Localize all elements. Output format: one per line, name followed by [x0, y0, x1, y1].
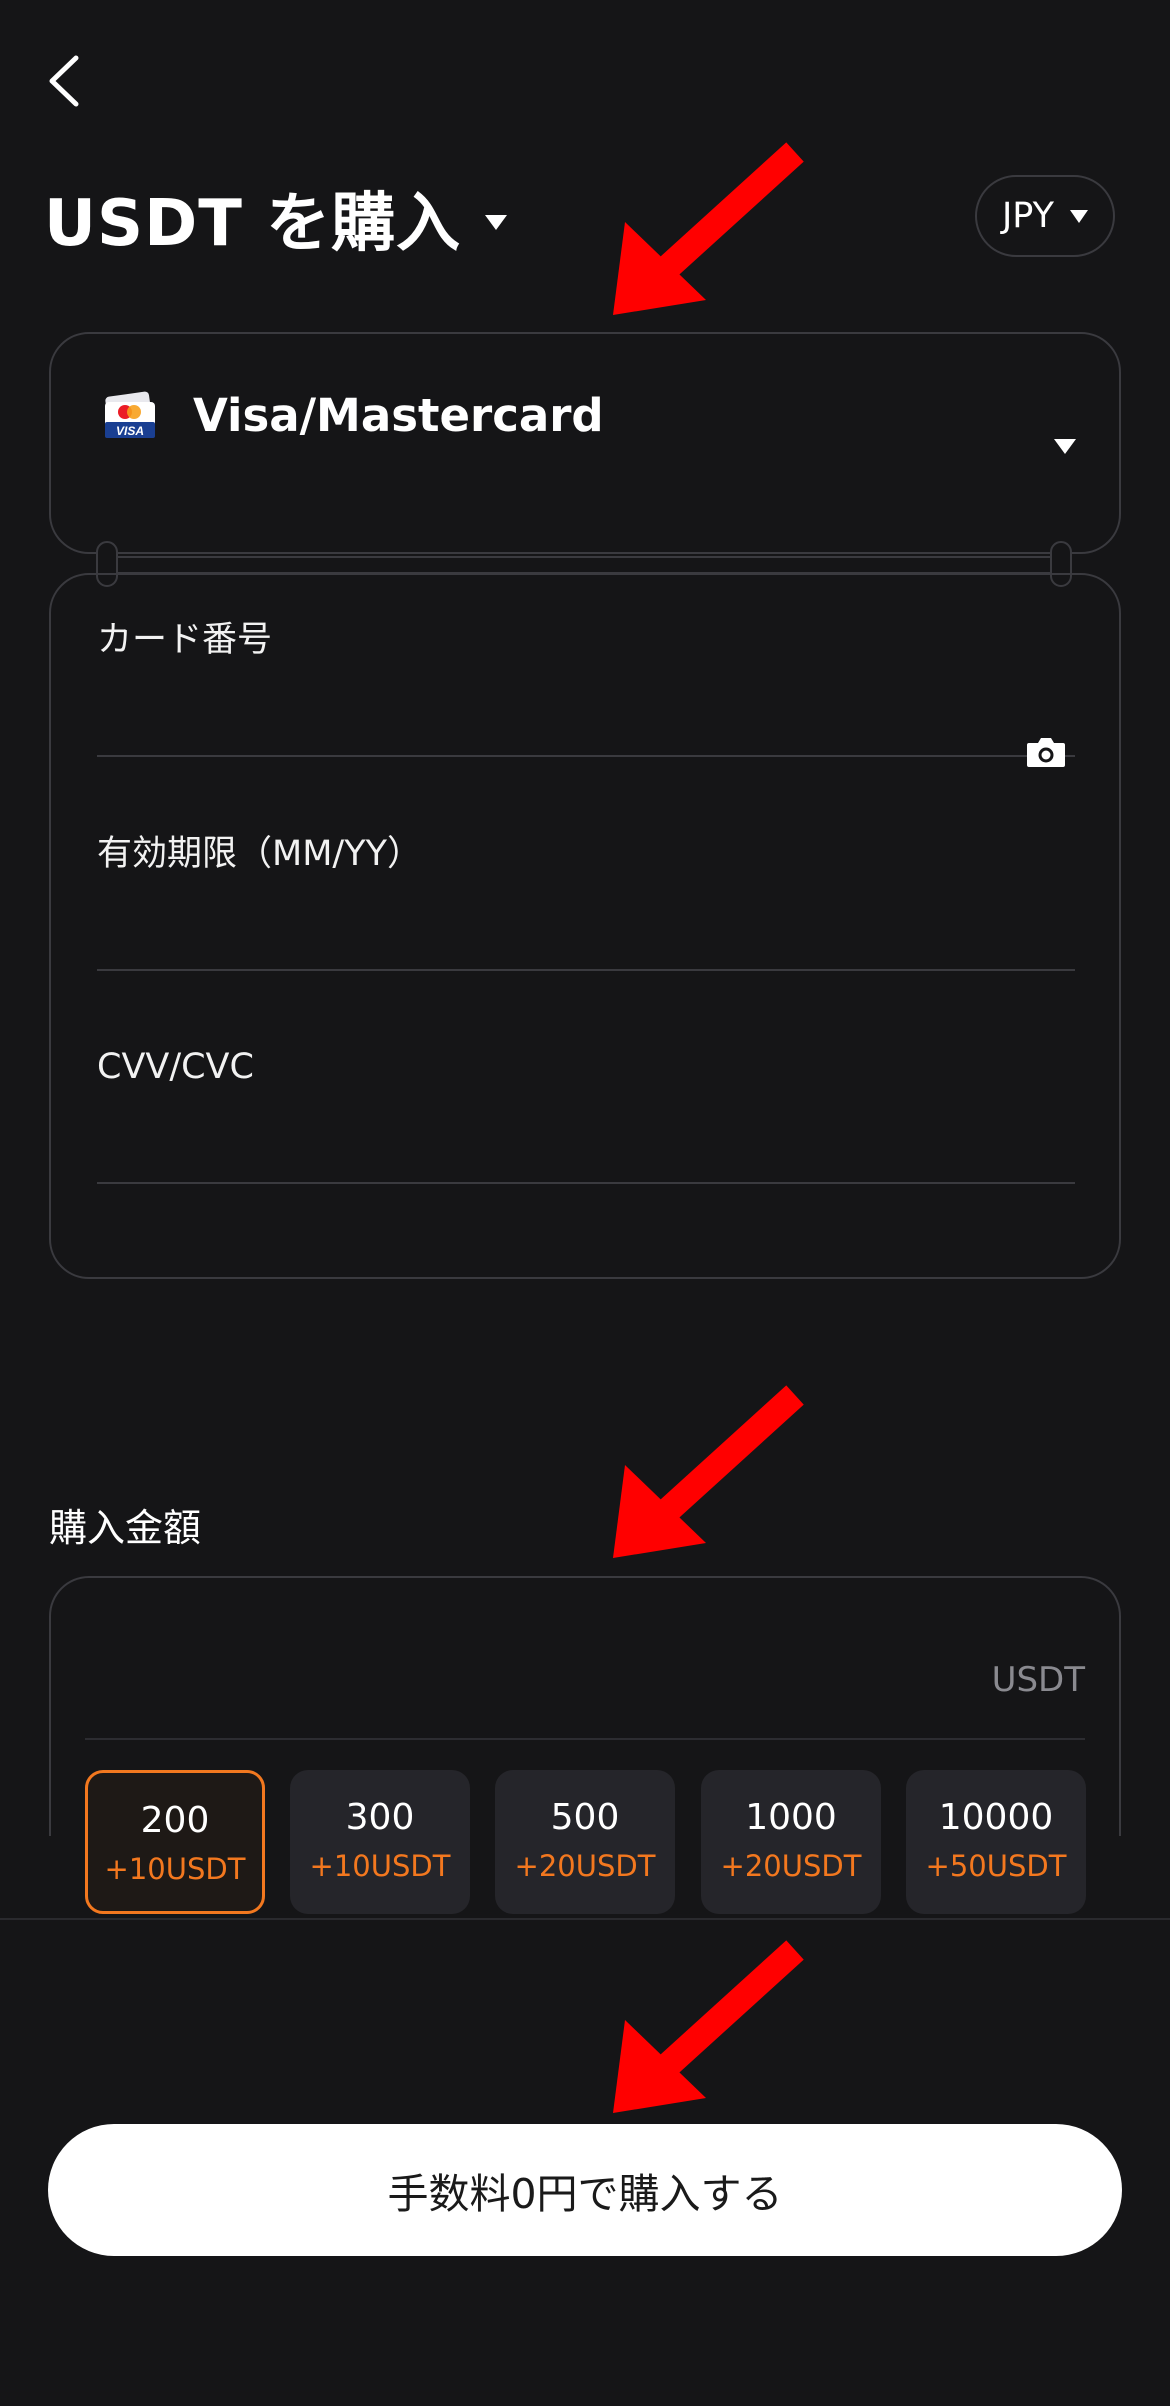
preset-amount: 10000 — [938, 1797, 1054, 1838]
cvv-field[interactable]: CVV/CVC — [97, 1002, 1075, 1184]
amount-input-card: USDT 200 +10USDT 300 +10USDT 500 +20USDT… — [49, 1576, 1121, 1914]
page-title: USDT を購入 — [44, 187, 462, 261]
amount-label: 購入金額 — [49, 1506, 202, 1550]
preset-200[interactable]: 200 +10USDT — [85, 1770, 265, 1914]
preset-amount: 200 — [140, 1800, 210, 1841]
currency-label: JPY — [1001, 196, 1055, 236]
payment-method-selector[interactable]: VISA Visa/Mastercard — [49, 332, 1121, 554]
card-connector — [100, 556, 1070, 574]
annotation-arrow-icon — [613, 142, 804, 315]
visa-icon-text: VISA — [116, 424, 144, 438]
caret-down-icon — [1054, 439, 1076, 454]
preset-bonus: +50USDT — [925, 1849, 1067, 1883]
caret-down-icon — [485, 214, 508, 230]
expiry-field[interactable]: 有効期限（MM/YY） — [97, 789, 1075, 971]
preset-1000[interactable]: 1000 +20USDT — [701, 1770, 881, 1914]
preset-bonus: +20USDT — [720, 1849, 862, 1883]
back-button[interactable] — [40, 50, 90, 112]
card-details-form: カード番号 有効期限（MM/YY） CVV/CVC — [49, 573, 1121, 1279]
preset-500[interactable]: 500 +20USDT — [495, 1770, 675, 1914]
chevron-left-icon — [49, 55, 79, 107]
page-title-dropdown[interactable]: USDT を購入 — [44, 178, 508, 261]
currency-selector[interactable]: JPY — [975, 175, 1115, 257]
caret-down-icon — [1070, 209, 1089, 223]
preset-amount: 1000 — [745, 1797, 837, 1838]
buy-button-label: 手数料0円で購入する — [387, 2170, 783, 2218]
preset-10000[interactable]: 10000 +50USDT — [906, 1770, 1086, 1914]
preset-amount: 300 — [345, 1797, 415, 1838]
annotation-arrow-icon — [613, 1385, 804, 1558]
annotation-arrow-icon — [613, 1940, 804, 2113]
preset-bonus: +10USDT — [309, 1849, 451, 1883]
cvv-label: CVV/CVC — [97, 1047, 254, 1087]
preset-300[interactable]: 300 +10USDT — [290, 1770, 470, 1914]
preset-bonus: +20USDT — [514, 1849, 656, 1883]
visa-card-icon: VISA — [105, 391, 155, 438]
divider — [85, 1738, 1085, 1740]
card-number-label: カード番号 — [97, 620, 273, 660]
buy-button[interactable]: 手数料0円で購入する — [48, 2124, 1122, 2256]
expiry-label: 有効期限（MM/YY） — [97, 834, 422, 874]
amount-input[interactable] — [85, 1618, 1085, 1738]
preset-amount: 500 — [550, 1797, 620, 1838]
payment-method-label: Visa/Mastercard — [193, 389, 604, 442]
preset-bonus: +10USDT — [104, 1852, 246, 1886]
amount-unit: USDT — [991, 1660, 1085, 1700]
card-number-field[interactable]: カード番号 — [97, 575, 1075, 767]
camera-icon[interactable] — [1025, 735, 1067, 769]
